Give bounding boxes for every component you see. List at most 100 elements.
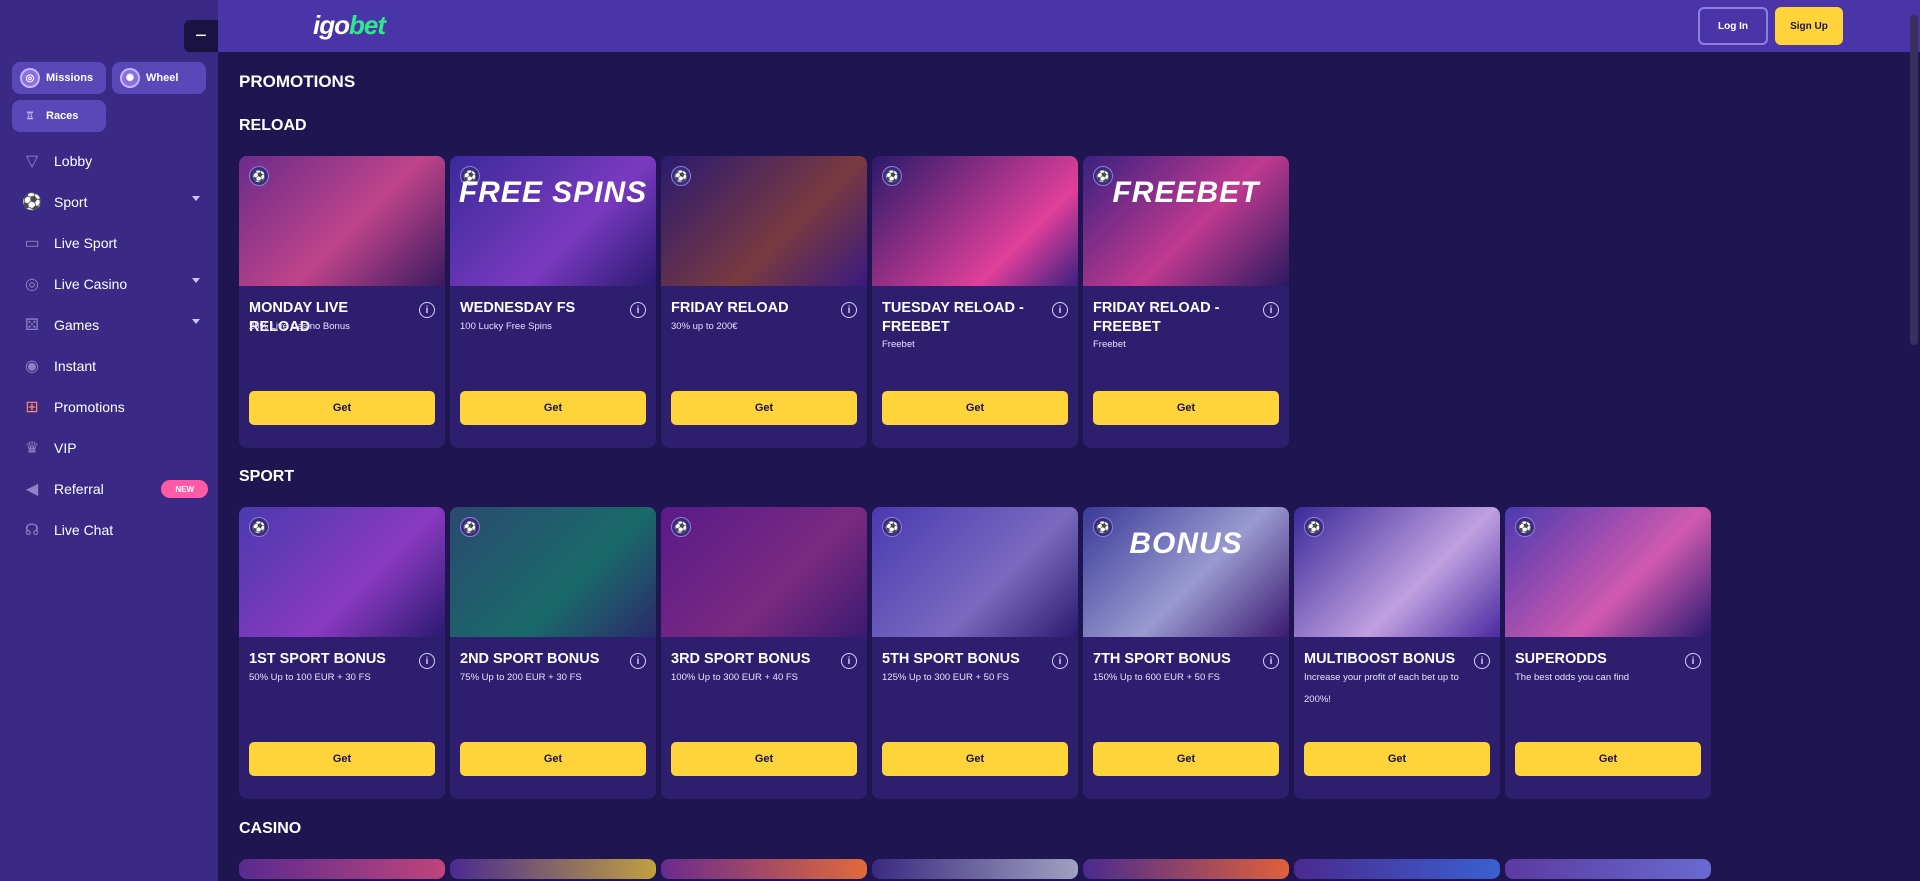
missions-chip[interactable]: ◎ Missions — [12, 62, 106, 94]
promo-card[interactable]: ⚽ MULTIBOOST BONUS i Increase your profit o… — [1294, 507, 1500, 799]
sidebar-item-vip[interactable]: ♛ VIP — [0, 427, 218, 468]
promo-card[interactable]: ⚽ 2ND SPORT BONUS i 75% Up to 200 EUR + 30 … — [450, 507, 656, 799]
races-chip[interactable]: ♖ Races — [12, 100, 106, 132]
get-bonus-button[interactable]: Get — [1093, 391, 1279, 425]
promo-title: FRIDAY RELOAD - FREEBET — [1093, 300, 1220, 335]
promo-image[interactable]: ⚽ — [450, 507, 656, 637]
promo-description: Freebet — [1093, 339, 1126, 350]
get-bonus-button[interactable]: Get — [882, 742, 1068, 776]
get-bonus-button[interactable]: Get — [1093, 742, 1279, 776]
chevron-down-icon[interactable] — [192, 196, 200, 201]
get-bonus-button[interactable]: Get — [249, 742, 435, 776]
sidebar-item-referral[interactable]: ◀ Referral NEW — [0, 468, 218, 509]
sidebar-item-label: VIP — [54, 439, 77, 456]
get-bonus-button[interactable]: Get — [249, 391, 435, 425]
promo-art-text: FREEBET — [1112, 176, 1260, 209]
promo-image[interactable]: ⚽ — [1505, 507, 1711, 637]
sidebar-item-instant[interactable]: ◉ Instant — [0, 345, 218, 386]
collapse-sidebar-button[interactable]: − — [184, 20, 218, 52]
sidebar-item-games[interactable]: ⚄ Games — [0, 304, 218, 345]
casino-promo-card[interactable] — [872, 859, 1078, 879]
promo-card[interactable]: ⚽ SUPERODDS i The best odds you can find Get — [1505, 507, 1711, 799]
new-badge: NEW — [161, 480, 208, 498]
casino-promo-card[interactable] — [661, 859, 867, 879]
promo-card[interactable]: ⚽ MONDAY LIVE RELOAD i 25% Live Casino Bonu… — [239, 156, 445, 448]
sidebar-item-label: Referral — [54, 480, 104, 497]
promo-card[interactable]: ⚽ 3RD SPORT BONUS i 100% Up to 300 EUR + 40… — [661, 507, 867, 799]
info-icon[interactable]: i — [1052, 302, 1068, 318]
promo-image[interactable]: ⚽ FREE SPINS — [450, 156, 656, 286]
soccer-ball-icon: ⚽ — [671, 166, 691, 186]
igobet-logo[interactable]: igobet — [313, 10, 386, 41]
casino-promo-card[interactable] — [1294, 859, 1500, 879]
login-button[interactable]: Log In — [1698, 7, 1768, 45]
promo-description: Freebet — [882, 339, 915, 350]
page-title: PROMOTIONS — [239, 72, 356, 91]
chevron-down-icon[interactable] — [192, 278, 200, 283]
casino-promo-card[interactable] — [239, 859, 445, 879]
info-icon[interactable]: i — [1263, 302, 1279, 318]
get-bonus-button[interactable]: Get — [671, 742, 857, 776]
sidebar-item-live-sport[interactable]: ▭ Live Sport — [0, 222, 218, 263]
soccer-ball-icon: ⚽ — [1304, 517, 1324, 537]
promo-description: 100% Up to 300 EUR + 40 FS — [671, 672, 799, 683]
casino-promo-card[interactable] — [1083, 859, 1289, 879]
get-bonus-button[interactable]: Get — [460, 742, 646, 776]
promo-image[interactable]: ⚽ — [872, 156, 1078, 286]
casino-promo-card[interactable] — [1505, 859, 1711, 879]
sidebar-item-label: Games — [54, 316, 100, 333]
tv-icon: ▭ — [24, 234, 40, 252]
signup-button[interactable]: Sign Up — [1775, 7, 1843, 45]
promo-image[interactable]: ⚽ — [239, 507, 445, 637]
roulette-icon: ◎ — [25, 275, 39, 293]
promo-description: 125% Up to 300 EUR + 50 FS — [882, 672, 1010, 683]
wheel-icon: ✺ — [120, 68, 140, 88]
promo-card[interactable]: ⚽ FRIDAY RELOAD i 30% up to 200€ Get — [661, 156, 867, 448]
target-icon: ◎ — [20, 68, 40, 88]
promo-card[interactable]: ⚽ FREE SPINS WEDNESDAY FS i 100 Lucky Free S… — [450, 156, 656, 448]
sidebar-item-live-casino[interactable]: ◎ Live Casino — [0, 263, 218, 304]
promo-description: 75% Up to 200 EUR + 30 FS — [460, 672, 582, 683]
sidebar-item-live-chat[interactable]: ☊ Live Chat — [0, 509, 218, 550]
promo-image[interactable]: ⚽ BONUS — [1083, 507, 1289, 637]
promo-art-text: BONUS — [1129, 527, 1243, 560]
get-bonus-button[interactable]: Get — [1304, 742, 1490, 776]
get-bonus-button[interactable]: Get — [882, 391, 1068, 425]
sidebar-item-sport[interactable]: ⚽ Sport — [0, 181, 218, 222]
promo-image[interactable]: ⚽ — [1294, 507, 1500, 637]
page-scrollbar[interactable] — [1910, 15, 1918, 345]
soccer-ball-icon: ⚽ — [882, 517, 902, 537]
promo-description: 50% Up to 100 EUR + 30 FS — [249, 672, 371, 683]
promo-card[interactable]: ⚽ 1ST SPORT BONUS i 50% Up to 100 EUR + 30 … — [239, 507, 445, 799]
reload-cards-row: ⚽ MONDAY LIVE RELOAD i 25% Live Casino Bonu… — [239, 156, 1289, 448]
wheel-chip[interactable]: ✺ Wheel — [112, 62, 206, 94]
sidebar-item-label: Live Sport — [54, 234, 118, 251]
get-bonus-button[interactable]: Get — [1515, 742, 1701, 776]
wheel-label: Wheel — [146, 72, 179, 84]
sidebar-item-label: Live Chat — [54, 521, 114, 538]
sport-cards-row: ⚽ 1ST SPORT BONUS i 50% Up to 100 EUR + 30 … — [239, 507, 1711, 799]
trophy-icon: ♖ — [25, 110, 35, 122]
promo-image[interactable]: ⚽ FREEBET — [1083, 156, 1289, 286]
sidebar-item-promotions[interactable]: ⊞ Promotions — [0, 386, 218, 427]
sidebar-item-lobby[interactable]: ▽ Lobby — [0, 140, 218, 181]
promo-card[interactable]: ⚽ FREEBET FRIDAY RELOAD - FREEBET i Freebet G… — [1083, 156, 1289, 448]
cocktail-icon: ▽ — [25, 152, 39, 170]
promo-image[interactable]: ⚽ — [239, 156, 445, 286]
promo-card[interactable]: ⚽ BONUS 7TH SPORT BONUS i 150% Up to 600 EUR… — [1083, 507, 1289, 799]
crown-icon: ♛ — [24, 439, 40, 457]
gift-icon: ⊞ — [25, 398, 39, 416]
get-bonus-button[interactable]: Get — [460, 391, 646, 425]
soccer-ball-icon: ⚽ — [671, 517, 691, 537]
casino-promo-card[interactable] — [450, 859, 656, 879]
get-bonus-button[interactable]: Get — [671, 391, 857, 425]
promo-image[interactable]: ⚽ — [872, 507, 1078, 637]
promo-image[interactable]: ⚽ — [661, 156, 867, 286]
promo-card[interactable]: ⚽ 5TH SPORT BONUS i 125% Up to 300 EUR + 50… — [872, 507, 1078, 799]
chevron-down-icon[interactable] — [192, 319, 200, 324]
promo-image[interactable]: ⚽ — [661, 507, 867, 637]
promo-description: 100 Lucky Free Spins — [460, 321, 552, 332]
megaphone-icon: ◀ — [25, 480, 39, 498]
soccer-ball-icon: ⚽ — [249, 517, 269, 537]
promo-card[interactable]: ⚽ TUESDAY RELOAD - FREEBET i Freebet Get — [872, 156, 1078, 448]
